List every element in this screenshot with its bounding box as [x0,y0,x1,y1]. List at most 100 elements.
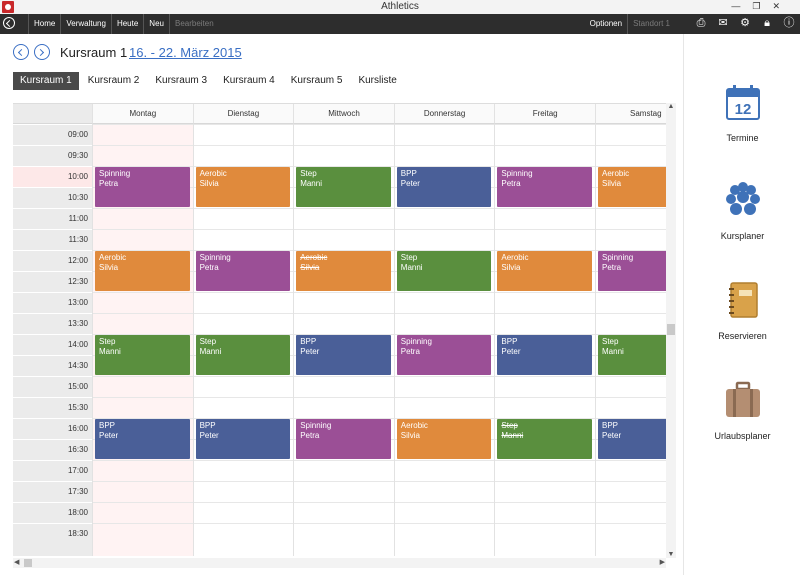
trainer-name: Peter [400,179,420,188]
trainer-name: Silvia [400,431,420,440]
course-event[interactable]: Spinning Petra [497,167,592,207]
side-item-reservieren[interactable]: Reservieren [684,280,800,341]
minimize-icon[interactable]: — [731,1,752,11]
course-event[interactable]: BPP Peter [598,419,666,459]
next-week-button[interactable] [34,44,50,60]
date-range-link[interactable]: 16. - 22. März 2015 [129,45,242,60]
day-header-dienstag: Dienstag [192,104,294,124]
time-label: 09:30 [13,145,92,166]
course-name: Aerobic [602,169,630,178]
course-event[interactable]: Aerobic Silvia [396,419,492,459]
course-name: BPP [400,169,417,178]
chat-icon[interactable]: ✉ [716,16,730,30]
course-event[interactable]: Step Manni [598,335,666,375]
column-line [92,124,93,556]
course-event[interactable]: Aerobic Silvia [598,167,666,207]
time-label: 13:30 [13,313,92,334]
horizontal-scrollbar[interactable]: ◀ ▶ [13,558,666,568]
course-name: Spinning [99,169,131,178]
course-name: Aerobic [400,421,428,430]
trainer-name: Silvia [199,179,219,188]
grid-line [92,208,666,209]
course-event[interactable]: Spinning Petra [296,419,391,459]
suitcase-icon [725,381,760,417]
grid-line [92,397,666,398]
column-line [595,124,596,556]
course-event[interactable]: Aerobic Silvia [497,251,592,291]
side-label-urlaubsplaner: Urlaubsplaner [714,431,771,441]
trainer-name: Peter [199,431,219,440]
printer-icon[interactable]: ⎙ [694,16,708,30]
info-icon[interactable]: ⓘ [782,16,796,30]
course-event[interactable]: Step Manni [95,335,190,375]
window-controls[interactable]: —❐✕ [731,1,792,12]
trainer-name: Manni [602,347,624,356]
tab-kursraum-2[interactable]: Kursraum 2 [81,72,147,90]
trainer-name: Petra [602,263,622,272]
tab-kursraum-1[interactable]: Kursraum 1 [13,72,79,90]
menu-neu[interactable]: Neu [143,14,169,34]
course-event[interactable]: Aerobic Silvia [195,167,291,207]
scroll-left-icon[interactable]: ◀ [14,558,19,566]
tab-kursraum-4[interactable]: Kursraum 4 [216,72,282,90]
tab-kursraum-3[interactable]: Kursraum 3 [148,72,214,90]
course-event[interactable]: BPP Peter [396,167,492,207]
side-item-kursplaner[interactable]: Kursplaner [684,180,800,241]
back-icon[interactable] [3,17,15,29]
menu-heute[interactable]: Heute [110,14,143,34]
course-event[interactable]: Step Manni [396,251,492,291]
column-line [293,124,295,556]
grid-line [92,229,666,230]
gear-icon[interactable]: ⚙ [738,16,752,30]
scroll-right-icon[interactable]: ▶ [660,558,665,566]
side-item-urlaubsplaner[interactable]: Urlaubsplaner [684,380,800,441]
trainer-name: Silvia [501,263,521,272]
prev-week-button[interactable] [13,44,29,60]
time-label: 15:30 [13,397,92,418]
menu-bar: Home Verwaltung Heute Neu Bearbeiten Opt… [0,14,800,34]
trainer-name: Manni [400,263,423,272]
restore-icon[interactable]: ❐ [752,1,772,11]
horizontal-scroll-thumb[interactable] [24,559,32,567]
course-event[interactable]: BPP Peter [296,335,391,375]
course-name: Step [199,337,217,346]
trainer-name: Peter [300,347,320,356]
course-event[interactable]: Step Manni [497,419,592,459]
grid-line [92,145,666,146]
side-label-termine: Termine [726,133,759,143]
course-event[interactable]: BPP Peter [95,419,190,459]
close-icon[interactable]: ✕ [772,1,792,11]
tab-kursraum-5[interactable]: Kursraum 5 [284,72,350,90]
trainer-name: Peter [501,347,521,356]
course-event[interactable]: Spinning Petra [195,251,291,291]
course-event[interactable]: BPP Peter [195,419,291,459]
course-name: Aerobic [300,253,328,262]
time-label: 14:30 [13,355,92,376]
vertical-scroll-thumb[interactable] [667,324,675,335]
course-event[interactable]: Spinning Petra [396,335,492,375]
tab-kursliste[interactable]: Kursliste [351,72,403,90]
menu-standort[interactable]: Standort 1 [627,14,675,34]
menu-optionen[interactable]: Optionen [585,14,627,34]
trainer-name: Petra [300,431,320,440]
course-event[interactable]: Spinning Petra [95,167,190,207]
trainer-name: Peter [602,431,622,440]
course-event[interactable]: Spinning Petra [598,251,666,291]
gutter-header [13,104,92,124]
menu-verwaltung[interactable]: Verwaltung [60,14,111,34]
side-item-termine[interactable]: 12 Termine [684,82,800,143]
course-event[interactable]: Aerobic Silvia [95,251,190,291]
course-name: BPP [602,421,619,430]
vertical-scrollbar[interactable]: ▲ ▼ [666,103,676,558]
course-event[interactable]: Step Manni [296,167,391,207]
lock-icon[interactable]: 🔒︎ [760,16,774,30]
course-event[interactable]: Step Manni [195,335,291,375]
calendar-icon: 12 [725,85,760,120]
course-event[interactable]: BPP Peter [497,335,592,375]
course-event[interactable]: Aerobic Silvia [296,251,391,291]
time-label: 18:30 [13,523,92,544]
trainer-name: Manni [199,347,222,356]
menu-home[interactable]: Home [28,14,60,34]
scroll-down-icon[interactable]: ▼ [667,551,675,558]
scroll-up-icon[interactable]: ▲ [667,103,675,110]
